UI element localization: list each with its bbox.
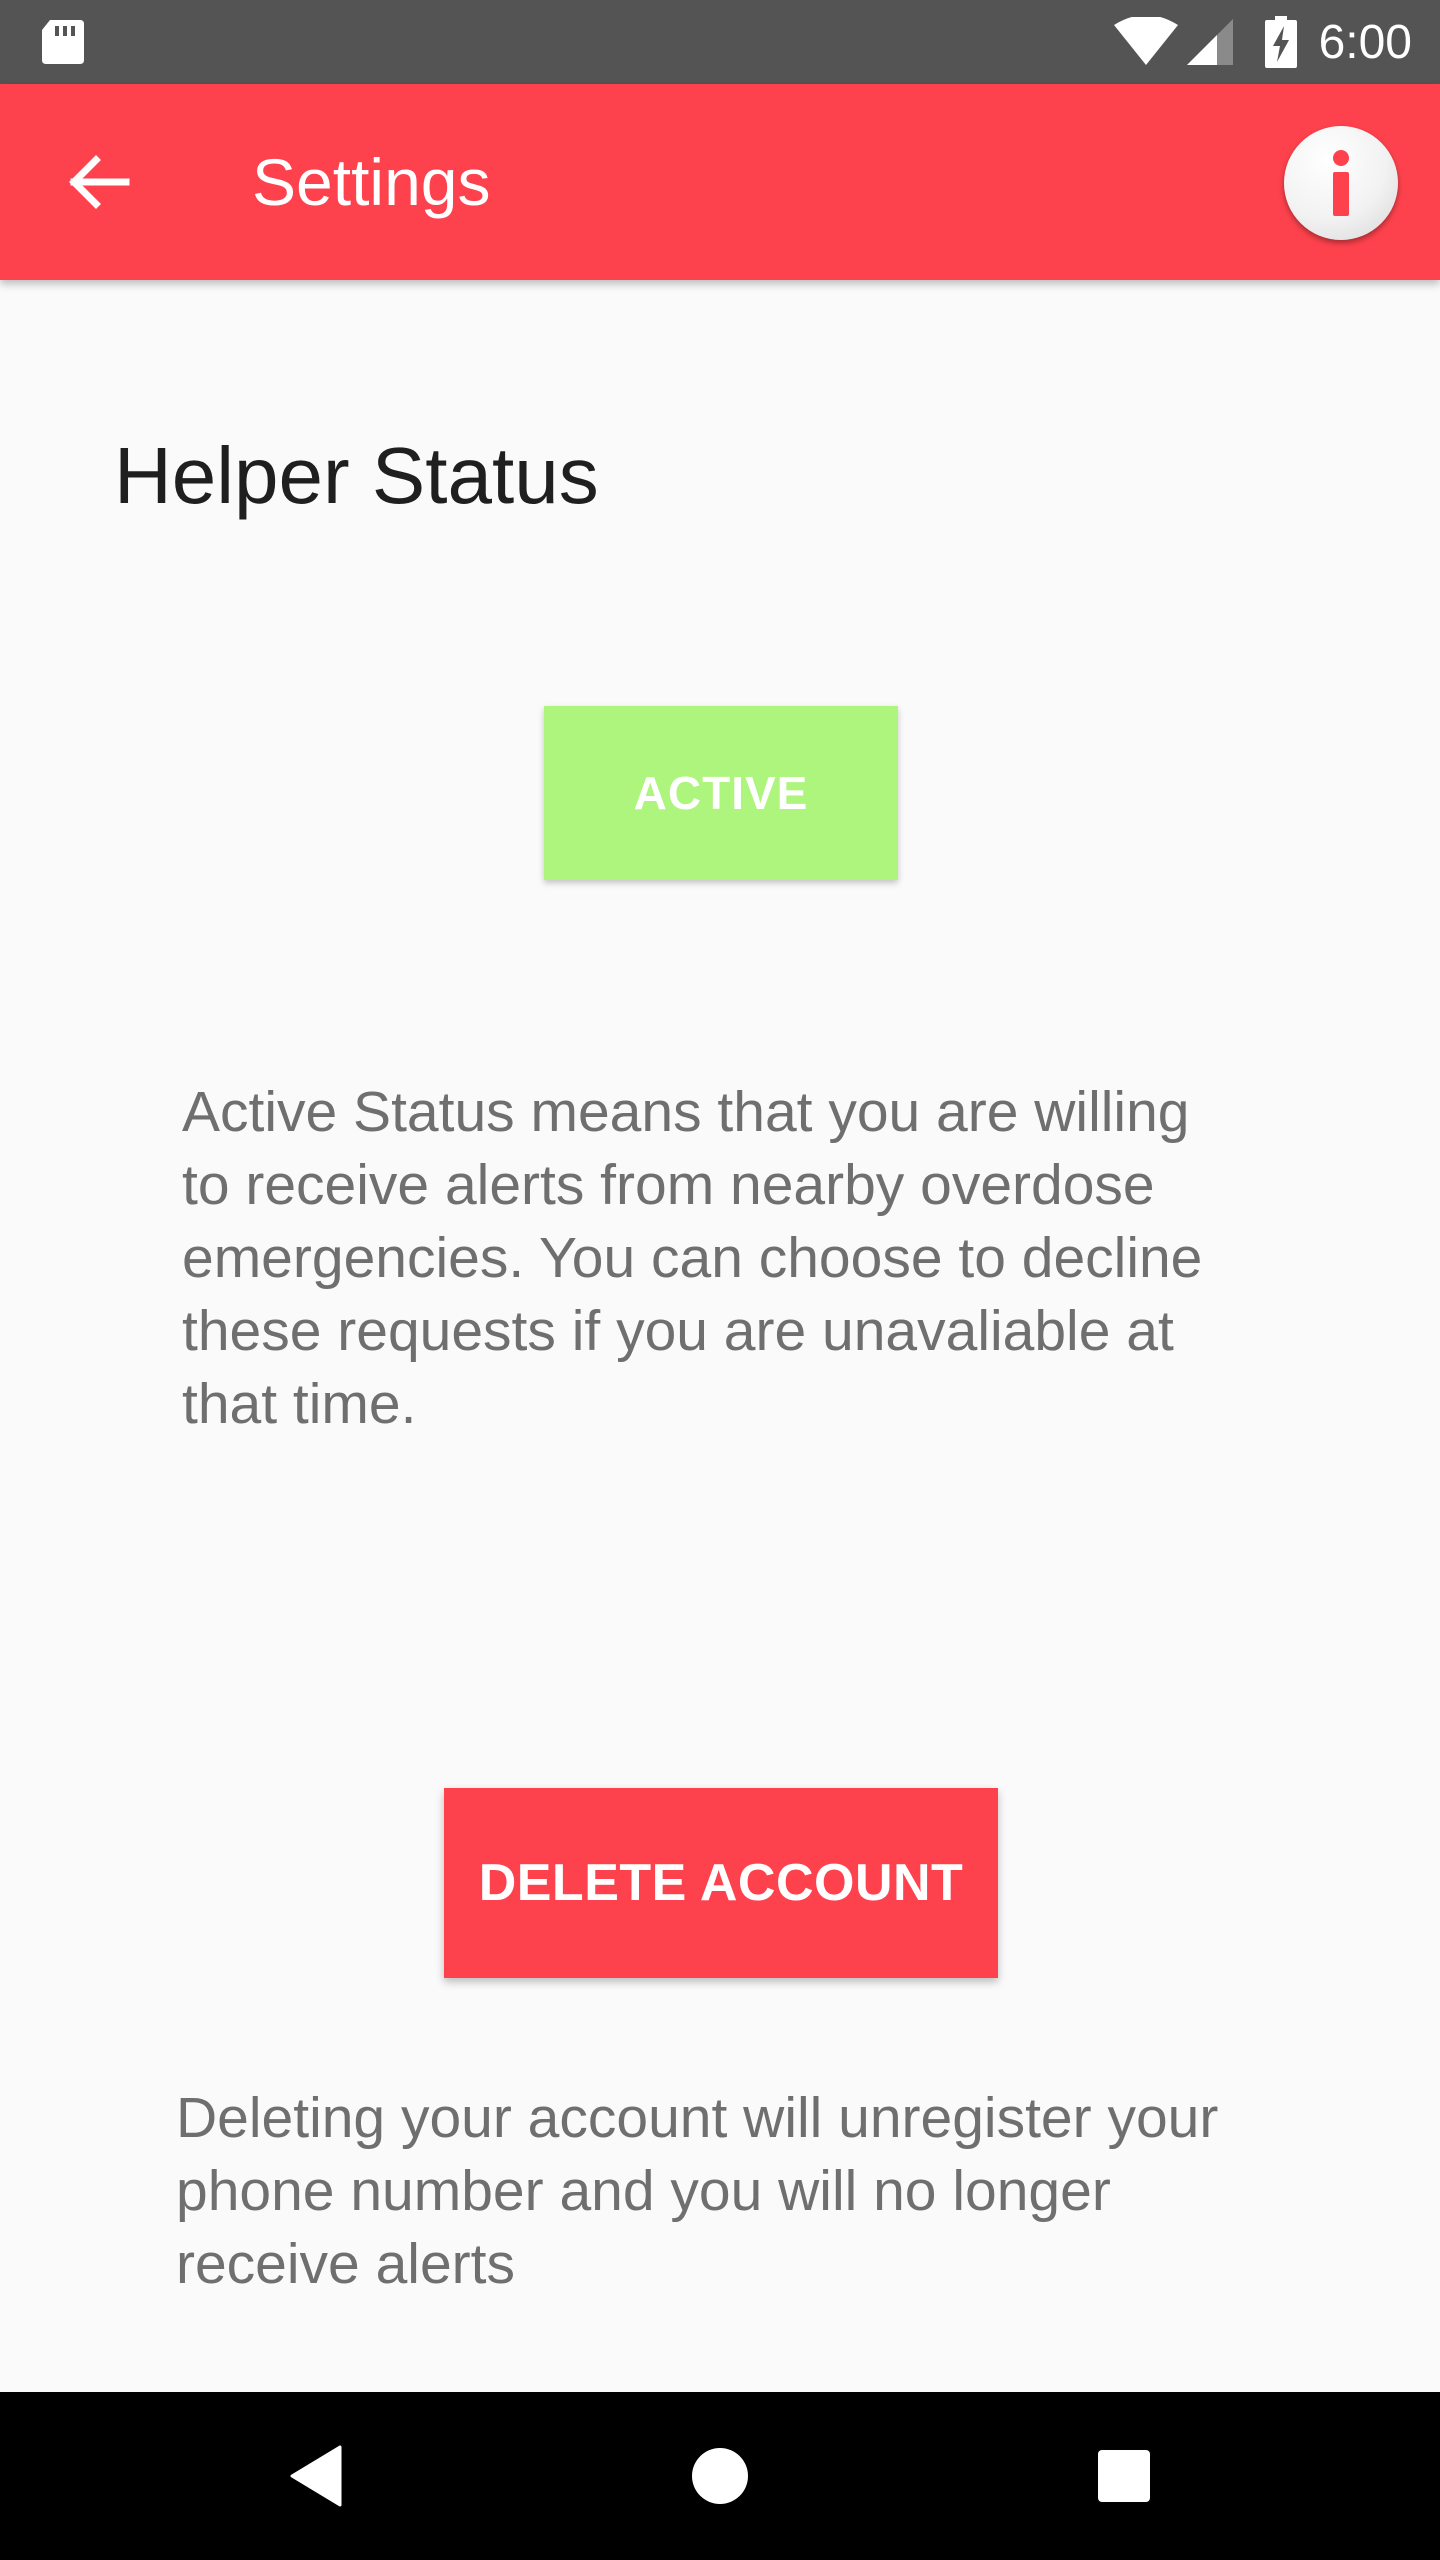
status-bar: 6:00	[0, 0, 1440, 84]
page-title: Settings	[252, 145, 491, 219]
battery-charging-icon	[1264, 16, 1297, 68]
info-button[interactable]	[1284, 126, 1398, 240]
nav-back-icon	[290, 2445, 342, 2507]
nav-recents-icon	[1098, 2450, 1150, 2502]
helper-status-description: Active Status means that you are willing…	[182, 1080, 1203, 1436]
arrow-back-icon	[69, 155, 130, 209]
app-bar: Settings	[0, 84, 1440, 280]
nav-recents-button[interactable]	[1074, 2426, 1174, 2526]
delete-account-button[interactable]: DELETE ACCOUNT	[444, 1788, 998, 1978]
info-icon	[1333, 150, 1349, 216]
status-time: 6:00	[1318, 15, 1412, 69]
signal-icon	[1186, 19, 1233, 65]
wifi-icon	[1113, 17, 1178, 65]
nav-home-icon	[692, 2448, 748, 2504]
delete-account-description: Deleting your account will unregister yo…	[176, 2086, 1219, 2296]
system-nav-bar	[0, 2392, 1440, 2560]
status-toggle-button[interactable]: ACTIVE	[544, 706, 898, 880]
settings-screen: 6:00 Settings Helper Status ACTIVE Activ…	[0, 0, 1440, 2560]
nav-home-button[interactable]	[670, 2426, 770, 2526]
nav-back-button[interactable]	[266, 2426, 366, 2526]
status-icons: 6:00	[1113, 0, 1412, 84]
sd-card-icon	[42, 20, 84, 64]
helper-status-heading: Helper Status	[114, 431, 599, 520]
back-button[interactable]	[48, 132, 148, 232]
